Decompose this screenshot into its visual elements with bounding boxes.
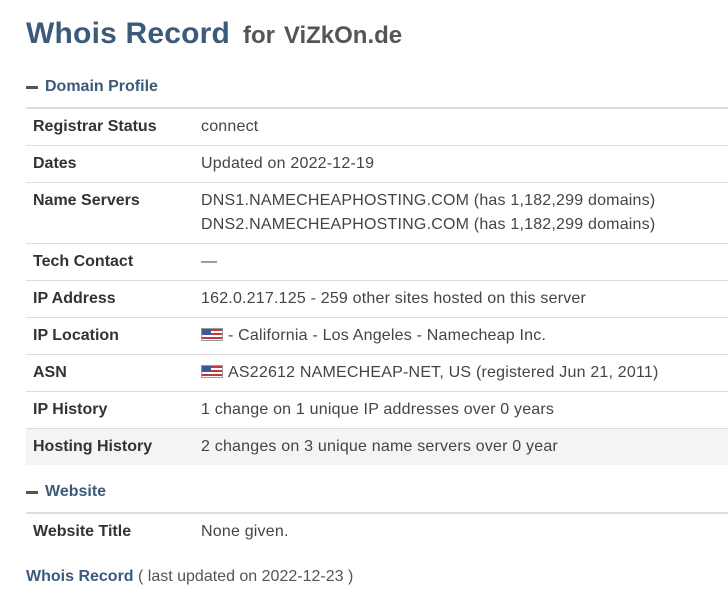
- name-server-1[interactable]: DNS1.NAMECHEAPHOSTING.COM (has 1,182,299…: [201, 189, 721, 213]
- table-row: Dates Updated on 2022-12-19: [26, 145, 728, 183]
- row-label: IP History: [26, 391, 194, 429]
- table-row: Registrar Status connect: [26, 107, 728, 146]
- row-value: connect: [194, 107, 728, 146]
- row-label: ASN: [26, 354, 194, 392]
- table-row: IP History 1 change on 1 unique IP addre…: [26, 391, 728, 429]
- ip-address-value[interactable]: 162.0.217.125 - 259 other sites hosted o…: [194, 280, 728, 318]
- title-domain: ViZkOn.de: [283, 22, 403, 49]
- hosting-history-value[interactable]: 2 changes on 3 unique name servers over …: [194, 428, 728, 465]
- row-label: Hosting History: [26, 428, 194, 465]
- row-value: DNS1.NAMECHEAPHOSTING.COM (has 1,182,299…: [194, 182, 728, 244]
- title-main: Whois Record: [26, 17, 231, 50]
- domain-profile-heading: Domain Profile: [45, 78, 158, 95]
- row-label: Dates: [26, 145, 194, 183]
- footer: Whois Record ( last updated on 2022-12-2…: [26, 568, 353, 586]
- table-row: ASN AS22612 NAMECHEAP-NET, US (registere…: [26, 354, 728, 392]
- us-flag-icon: [201, 328, 223, 341]
- row-value: Updated on 2022-12-19: [194, 145, 728, 183]
- row-value: None given.: [194, 512, 728, 550]
- row-label: Registrar Status: [26, 107, 194, 146]
- website-heading: Website: [45, 483, 107, 500]
- row-label: Name Servers: [26, 182, 194, 244]
- table-row: IP Address 162.0.217.125 - 259 other sit…: [26, 280, 728, 318]
- asn-value: AS22612 NAMECHEAP-NET, US (registered Ju…: [228, 364, 659, 381]
- row-label: IP Location: [26, 317, 194, 355]
- whois-record-link[interactable]: Whois Record: [26, 568, 134, 585]
- last-updated-note: ( last updated on 2022-12-23 ): [133, 568, 354, 585]
- website-table: Website Title None given.: [26, 512, 728, 550]
- collapse-icon: [26, 85, 38, 89]
- table-row: Tech Contact —: [26, 243, 728, 281]
- website-toggle[interactable]: Website: [26, 483, 106, 501]
- table-row: Hosting History 2 changes on 3 unique na…: [26, 428, 728, 465]
- row-value: —: [194, 243, 728, 281]
- collapse-icon: [26, 490, 38, 494]
- ip-history-value[interactable]: 1 change on 1 unique IP addresses over 0…: [194, 391, 728, 429]
- domain-profile-table: Registrar Status connect Dates Updated o…: [26, 107, 728, 465]
- row-value: AS22612 NAMECHEAP-NET, US (registered Ju…: [194, 354, 728, 392]
- row-label: Website Title: [26, 512, 194, 550]
- us-flag-icon: [201, 365, 223, 378]
- row-label: Tech Contact: [26, 243, 194, 281]
- row-value: - California - Los Angeles - Namecheap I…: [194, 317, 728, 355]
- domain-profile-toggle[interactable]: Domain Profile: [26, 78, 158, 96]
- table-row: Website Title None given.: [26, 512, 728, 550]
- row-label: IP Address: [26, 280, 194, 318]
- page-title: Whois Record for ViZkOn.de: [26, 14, 402, 51]
- name-server-2[interactable]: DNS2.NAMECHEAPHOSTING.COM (has 1,182,299…: [201, 213, 721, 237]
- title-for: for: [242, 22, 275, 49]
- ip-location-value: - California - Los Angeles - Namecheap I…: [228, 327, 547, 344]
- table-row: Name Servers DNS1.NAMECHEAPHOSTING.COM (…: [26, 182, 728, 244]
- table-row: IP Location - California - Los Angeles -…: [26, 317, 728, 355]
- whois-page: Whois Record for ViZkOn.de Domain Profil…: [0, 0, 728, 596]
